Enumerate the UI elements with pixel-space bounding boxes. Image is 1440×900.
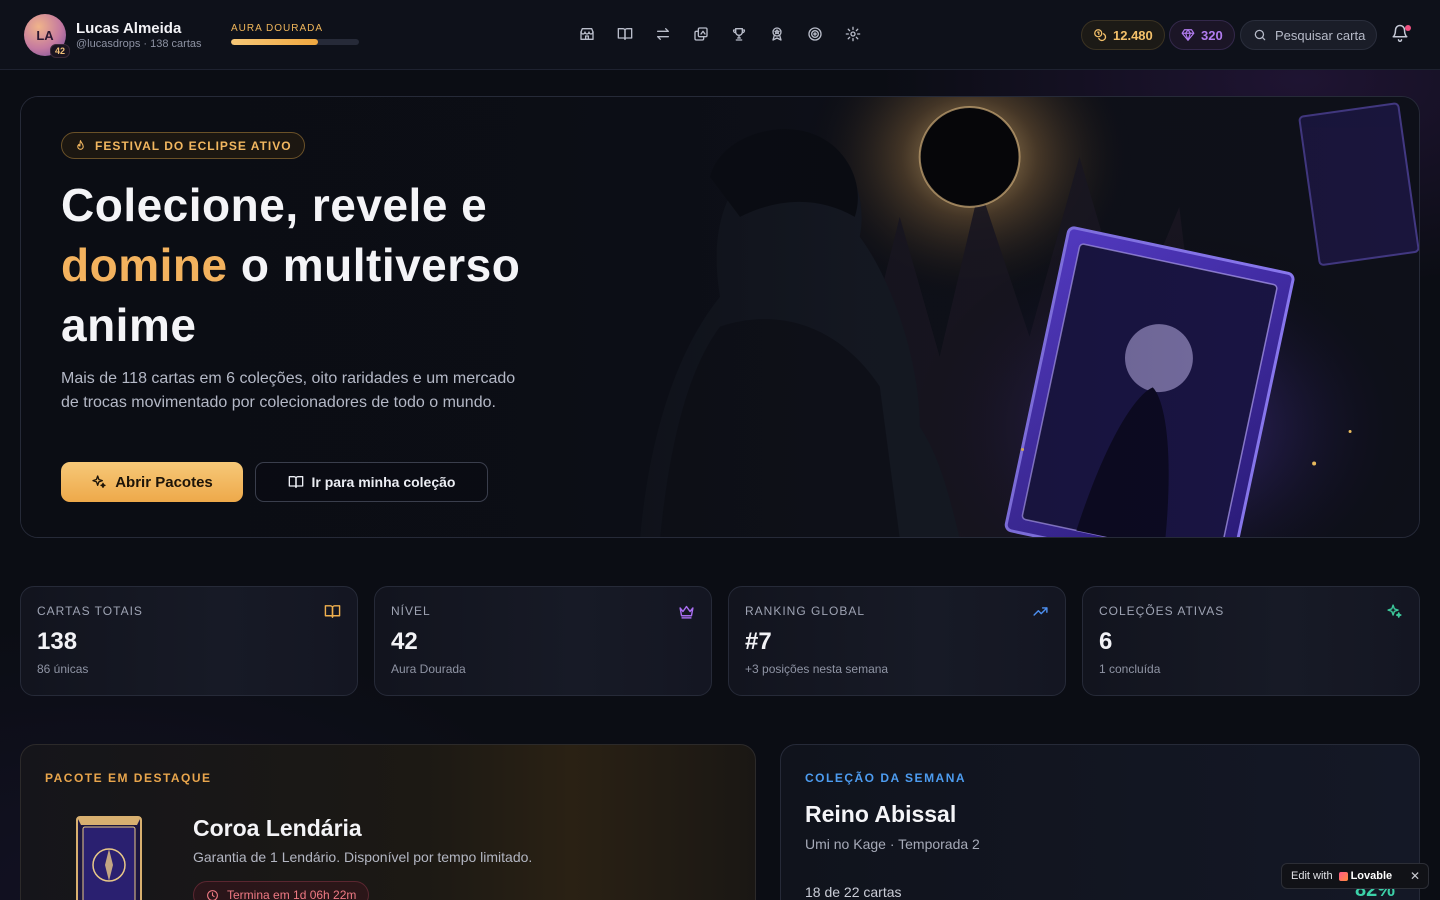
pack-timer-text: Termina em 1d 06h 22m (227, 888, 357, 900)
stat-label: RANKING GLOBAL (745, 604, 866, 618)
user-handle: @lucasdrops · 138 cartas (76, 38, 202, 50)
stat-sub: 86 únicas (37, 662, 89, 676)
user-profile[interactable]: LA 42 Lucas Almeida @lucasdrops · 138 ca… (24, 14, 202, 58)
collection-name: Reino Abissal (805, 801, 957, 827)
search-input[interactable] (1275, 27, 1375, 43)
featured-pack-label: PACOTE EM DESTAQUE (45, 771, 212, 785)
badge-icon[interactable] (766, 23, 788, 45)
open-packs-label: Abrir Pacotes (115, 473, 213, 491)
top-bar: LA 42 Lucas Almeida @lucasdrops · 138 ca… (0, 0, 1440, 70)
lovable-brand: Lovable (1338, 870, 1393, 882)
book-icon (288, 476, 303, 488)
collection-subtitle: Umi no Kage · Temporada 2 (805, 836, 980, 852)
pack-description: Garantia de 1 Lendário. Disponível por t… (193, 849, 533, 865)
user-name: Lucas Almeida (76, 20, 182, 37)
gem-icon (1181, 29, 1195, 41)
stat-card-total-cards: CARTAS TOTAIS 138 86 únicas (20, 586, 358, 696)
stat-label: COLEÇÕES ATIVAS (1099, 604, 1225, 618)
event-badge-label: FESTIVAL DO ECLIPSE ATIVO (95, 138, 292, 153)
hero-title-line1: Colecione, revele e (61, 179, 488, 231)
search-box[interactable] (1240, 20, 1377, 50)
pack-image (76, 816, 142, 900)
my-collection-label: Ir para minha coleção (311, 474, 456, 490)
book-icon[interactable] (614, 23, 636, 45)
event-badge: FESTIVAL DO ECLIPSE ATIVO (61, 132, 305, 159)
pack-name: Coroa Lendária (193, 815, 362, 841)
featured-pack-card[interactable]: PACOTE EM DESTAQUE Coroa Lendária Garant… (20, 744, 756, 900)
aura-progress: AURA DOURADA (231, 23, 359, 45)
stat-card-level: NÍVEL 42 Aura Dourada (374, 586, 712, 696)
clock-icon (207, 889, 218, 900)
crown-icon (679, 605, 694, 619)
stat-card-active-collections: COLEÇÕES ATIVAS 6 1 concluída (1082, 586, 1420, 696)
coins-icon (1094, 29, 1107, 42)
flame-icon (77, 140, 84, 150)
hero-banner: FESTIVAL DO ECLIPSE ATIVO Colecione, rev… (20, 96, 1420, 538)
weekly-collection-label: COLEÇÃO DA SEMANA (805, 771, 967, 785)
pack-timer: Termina em 1d 06h 22m (193, 881, 370, 900)
book-icon (324, 605, 341, 618)
main-nav (576, 23, 864, 45)
trophy-icon[interactable] (728, 23, 750, 45)
avatar-level-badge: 42 (49, 44, 70, 58)
aura-bar-fill (231, 39, 319, 45)
my-collection-button[interactable]: Ir para minha coleção (255, 462, 488, 502)
collection-count: 18 de 22 cartas (805, 884, 902, 900)
edit-with-lovable-badge[interactable]: Edit with Lovable ✕ (1281, 863, 1429, 889)
lovable-prefix: Edit with (1291, 870, 1333, 882)
search-icon (1254, 29, 1266, 41)
stat-sub: Aura Dourada (391, 662, 466, 676)
trending-up-icon (1033, 607, 1048, 616)
sparkles-icon (1387, 604, 1402, 618)
lovable-logo-icon (1338, 871, 1348, 881)
aura-label: AURA DOURADA (231, 23, 324, 34)
store-icon[interactable] (576, 23, 598, 45)
hero-title: Colecione, revele e domine o multiverso … (61, 175, 581, 355)
stat-sub: 1 concluída (1099, 662, 1161, 676)
close-icon[interactable]: ✕ (1410, 869, 1420, 883)
aura-bar (231, 39, 359, 45)
avatar-initials: LA (36, 27, 54, 43)
notification-dot (1405, 25, 1411, 31)
stat-card-global-ranking: RANKING GLOBAL #7 +3 posições nesta sema… (728, 586, 1066, 696)
gold-amount: 12.480 (1113, 27, 1153, 43)
stat-value: 138 (37, 628, 78, 655)
hero-title-accent: domine (61, 239, 228, 291)
stat-label: NÍVEL (391, 604, 431, 618)
gold-balance[interactable]: 12.480 (1081, 20, 1165, 50)
lovable-brand-text: Lovable (1350, 870, 1393, 882)
stat-value: 6 (1099, 628, 1113, 655)
settings-icon[interactable] (842, 23, 864, 45)
trade-icon[interactable] (652, 23, 674, 45)
stat-value: #7 (745, 628, 772, 655)
stat-label: CARTAS TOTAIS (37, 604, 143, 618)
stat-sub: +3 posições nesta semana (745, 662, 889, 676)
gem-amount: 320 (1201, 27, 1223, 43)
hero-description: Mais de 118 cartas em 6 coleções, oito r… (61, 370, 516, 411)
target-icon[interactable] (804, 23, 826, 45)
notifications-button[interactable] (1391, 24, 1411, 44)
cards-icon[interactable] (690, 23, 712, 45)
gem-balance[interactable]: 320 (1169, 20, 1235, 50)
sparkles-icon (92, 475, 106, 488)
open-packs-button[interactable]: Abrir Pacotes (61, 462, 243, 502)
avatar[interactable]: LA 42 (24, 14, 70, 58)
stat-value: 42 (391, 628, 418, 655)
